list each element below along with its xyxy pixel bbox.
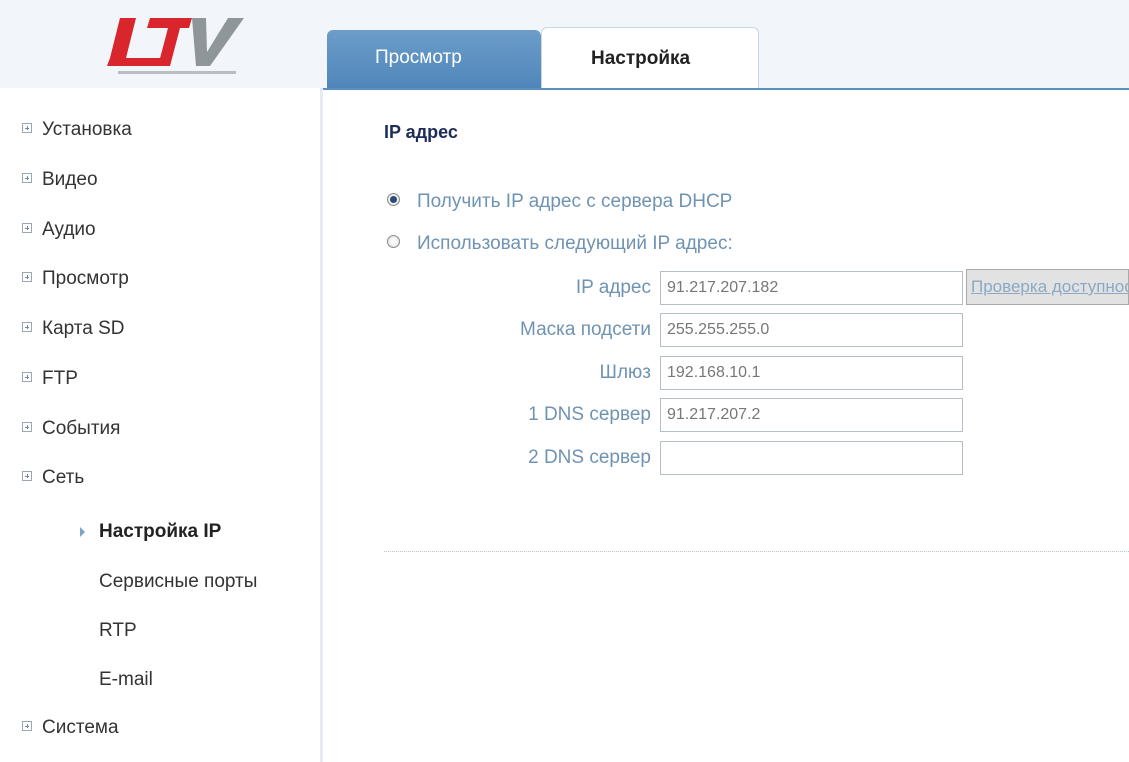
sidebar-item-video[interactable]: Видео bbox=[0, 165, 98, 195]
dns2-label: 2 DNS сервер bbox=[528, 447, 651, 468]
sidebar-item-audio[interactable]: Аудио bbox=[0, 215, 96, 245]
tab-view[interactable]: Просмотр bbox=[327, 30, 541, 88]
sidebar-item-view[interactable]: Просмотр bbox=[0, 264, 129, 294]
content-divider bbox=[384, 551, 1129, 552]
expand-icon bbox=[22, 470, 32, 481]
sidebar-item-label: События bbox=[42, 418, 121, 439]
expand-icon bbox=[22, 122, 32, 133]
ltv-logo bbox=[107, 18, 244, 74]
radio-dhcp-label: Получить IP адрес с сервера DHCP bbox=[417, 191, 733, 212]
sidebar-item-system[interactable]: Система bbox=[0, 713, 119, 743]
sidebar-item-label: Сеть bbox=[42, 467, 85, 488]
sidebar-item-label: Видео bbox=[42, 169, 98, 190]
expand-icon bbox=[22, 172, 32, 183]
sidebar-item-label: Аудио bbox=[42, 219, 96, 240]
expand-icon bbox=[22, 222, 32, 233]
check-availability-button[interactable]: Проверка доступности bbox=[966, 269, 1129, 305]
dns2-field[interactable] bbox=[660, 441, 963, 475]
radio-dhcp[interactable]: Получить IP адрес с сервера DHCP bbox=[387, 189, 732, 215]
sidebar-item-ftp[interactable]: FTP bbox=[0, 364, 78, 394]
expand-icon bbox=[22, 421, 32, 432]
sidebar: Установка Видео Аудио Просмотр Карта SD … bbox=[0, 88, 323, 762]
sidebar-subitem-email[interactable]: E-mail bbox=[99, 665, 153, 695]
active-arrow-icon bbox=[80, 527, 85, 537]
sidebar-subitem-rtp[interactable]: RTP bbox=[99, 616, 137, 646]
expand-icon bbox=[22, 720, 32, 731]
subnet-mask-label: Маска подсети bbox=[520, 319, 651, 340]
section-title: IP адрес bbox=[384, 122, 458, 142]
sidebar-item-label: Карта SD bbox=[42, 318, 125, 339]
sidebar-item-sd-card[interactable]: Карта SD bbox=[0, 314, 125, 344]
sidebar-item-label: FTP bbox=[42, 368, 78, 389]
gateway-field[interactable] bbox=[660, 356, 963, 390]
ip-address-label: IP адрес bbox=[575, 277, 651, 298]
sidebar-subitem-ip-settings[interactable]: Настройка IP bbox=[99, 517, 221, 547]
ip-address-field[interactable] bbox=[660, 271, 963, 305]
radio-static-ip[interactable]: Использовать следующий IP адрес: bbox=[387, 231, 733, 257]
radio-unchecked-icon[interactable] bbox=[387, 235, 400, 249]
expand-icon bbox=[22, 321, 32, 332]
sidebar-item-network[interactable]: Сеть bbox=[0, 463, 84, 493]
header-divider bbox=[323, 88, 1129, 90]
expand-icon bbox=[22, 271, 32, 282]
dns1-label: 1 DNS сервер bbox=[528, 404, 651, 425]
sidebar-item-setup[interactable]: Установка bbox=[0, 115, 132, 145]
sidebar-item-label: Система bbox=[42, 717, 119, 738]
gateway-label: Шлюз bbox=[599, 362, 651, 383]
header-bar: Просмотр Настройка bbox=[0, 0, 1129, 89]
subnet-mask-field[interactable] bbox=[660, 313, 963, 347]
sidebar-item-events[interactable]: События bbox=[0, 414, 120, 444]
sidebar-subitem-service-ports[interactable]: Сервисные порты bbox=[99, 567, 257, 597]
sidebar-item-label: Просмотр bbox=[42, 268, 129, 289]
expand-icon bbox=[22, 371, 32, 382]
radio-static-label: Использовать следующий IP адрес: bbox=[417, 233, 733, 254]
tab-settings[interactable]: Настройка bbox=[541, 27, 759, 89]
radio-checked-icon[interactable] bbox=[387, 193, 400, 207]
sidebar-item-label: Установка bbox=[42, 119, 132, 140]
dns1-field[interactable] bbox=[660, 398, 963, 432]
